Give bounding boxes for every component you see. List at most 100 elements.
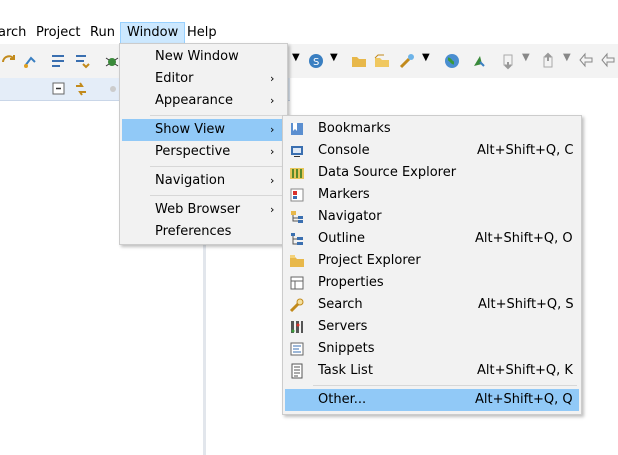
project-explorer-icon — [290, 255, 304, 267]
next-annotation-icon[interactable] — [500, 52, 518, 70]
menu-item-shortcut: Alt+Shift+Q, Q — [475, 392, 573, 407]
menu-item-label: Markers — [318, 187, 370, 202]
menu-item-bookmarks[interactable]: Bookmarks — [285, 118, 579, 140]
dropdown-arrow-icon[interactable]: ▼ — [522, 52, 530, 63]
menu-item-preferences[interactable]: Preferences — [122, 221, 285, 243]
menu-item-servers[interactable]: Servers — [285, 316, 579, 338]
step-icon[interactable] — [22, 52, 40, 70]
new-class-icon[interactable]: S — [307, 52, 325, 70]
view-divider — [203, 244, 206, 455]
menu-item-snippets[interactable]: Snippets — [285, 338, 579, 360]
data-source-explorer-icon — [290, 168, 304, 179]
dropdown-arrow-icon[interactable]: ▼ — [330, 52, 338, 63]
open-file-icon[interactable] — [373, 52, 391, 70]
menu-item-label: Preferences — [155, 224, 232, 239]
menu-bar: arch Project Run Window Help — [0, 22, 618, 44]
menu-search[interactable]: arch — [0, 22, 26, 44]
navigator-icon — [291, 211, 303, 223]
menu-item-navigator[interactable]: Navigator — [285, 206, 579, 228]
menu-item-label: Show View — [155, 122, 226, 137]
chevron-right-icon: › — [270, 203, 275, 216]
snippets-icon — [290, 342, 304, 356]
menu-item-label: Project Explorer — [318, 253, 421, 268]
menu-run[interactable]: Run — [90, 22, 115, 44]
dropdown-arrow-icon[interactable]: ▼ — [563, 52, 571, 63]
menu-item-new-window[interactable]: New Window — [122, 46, 285, 68]
search-toolbar-icon[interactable] — [398, 52, 416, 70]
menu-item-label: Properties — [318, 275, 384, 290]
menu-item-console[interactable]: Console Alt+Shift+Q, C — [285, 140, 579, 162]
refresh-icon[interactable] — [0, 52, 18, 70]
menu-item-outline[interactable]: Outline Alt+Shift+Q, O — [285, 228, 579, 250]
menu-item-label: Editor — [155, 71, 194, 86]
menu-project[interactable]: Project — [36, 22, 80, 44]
servers-icon — [291, 321, 303, 333]
menu-item-label: Other... — [318, 392, 367, 407]
menu-separator — [150, 166, 283, 167]
menu-item-other[interactable]: Other... Alt+Shift+Q, Q — [285, 389, 579, 411]
menu-item-editor[interactable]: Editor › — [122, 68, 285, 90]
menu-item-navigation[interactable]: Navigation › — [122, 170, 285, 192]
show-view-submenu: Bookmarks Console Alt+Shift+Q, C Data So… — [282, 115, 582, 415]
menu-separator — [150, 195, 283, 196]
chevron-right-icon: › — [270, 145, 275, 158]
run-external-icon[interactable] — [470, 52, 488, 70]
menu-item-label: Snippets — [318, 341, 375, 356]
tasks-icon[interactable] — [50, 52, 68, 70]
menu-item-label: Navigator — [318, 209, 382, 224]
menu-item-label: Appearance — [155, 93, 234, 108]
menu-item-shortcut: Alt+Shift+Q, O — [475, 231, 573, 246]
menu-item-perspective[interactable]: Perspective › — [122, 141, 285, 163]
menu-item-project-explorer[interactable]: Project Explorer — [285, 250, 579, 272]
chevron-right-icon: › — [270, 123, 275, 136]
open-folder-icon[interactable] — [350, 52, 368, 70]
main-toolbar: ▼ S ▼ ▼ ▼ ▼ — [0, 44, 618, 78]
menu-item-show-view[interactable]: Show View › — [122, 119, 285, 141]
task-list-icon — [291, 363, 303, 379]
chevron-right-icon: › — [270, 94, 275, 107]
menu-item-shortcut: Alt+Shift+Q, C — [477, 143, 574, 158]
menu-item-data-source-explorer[interactable]: Data Source Explorer — [285, 162, 579, 184]
menu-item-label: Perspective — [155, 144, 231, 159]
menu-item-properties[interactable]: Properties — [285, 272, 579, 294]
prev-annotation-icon[interactable] — [540, 52, 558, 70]
link-editor-icon[interactable] — [72, 80, 90, 98]
outline-icon — [291, 233, 303, 245]
menu-item-label: Navigation — [155, 173, 226, 188]
menu-item-label: Bookmarks — [318, 121, 391, 136]
properties-icon — [290, 276, 304, 290]
menu-item-shortcut: Alt+Shift+Q, K — [477, 363, 573, 378]
chevron-right-icon: › — [270, 72, 275, 85]
svg-text:S: S — [313, 57, 319, 68]
menu-item-label: Outline — [318, 231, 366, 246]
menu-separator — [150, 115, 283, 116]
menu-item-appearance[interactable]: Appearance › — [122, 90, 285, 112]
menu-item-task-list[interactable]: Task List Alt+Shift+Q, K — [285, 360, 579, 382]
window-menu: New Window Editor › Appearance › Show Vi… — [119, 43, 288, 245]
dropdown-arrow-icon[interactable]: ▼ — [422, 52, 430, 63]
menu-item-label: Search — [318, 297, 363, 312]
menu-item-label: Servers — [318, 319, 368, 334]
menu-item-label: New Window — [155, 49, 239, 64]
markers-icon — [290, 188, 304, 202]
menu-separator — [313, 385, 577, 386]
menu-help[interactable]: Help — [187, 22, 217, 44]
menu-window[interactable]: Window — [120, 22, 186, 44]
collapse-all-icon[interactable] — [50, 80, 68, 98]
menu-item-label: Web Browser — [155, 202, 241, 217]
search-icon — [289, 298, 304, 313]
forward-icon[interactable] — [600, 52, 618, 70]
chevron-right-icon: › — [270, 174, 275, 187]
menu-item-label: Data Source Explorer — [318, 165, 457, 180]
console-icon — [291, 146, 303, 157]
back-icon[interactable] — [578, 52, 596, 70]
globe-icon[interactable] — [443, 52, 461, 70]
menu-item-label: Console — [318, 143, 370, 158]
bookmarks-icon — [291, 123, 303, 135]
search-next-icon[interactable] — [73, 52, 91, 70]
menu-item-search[interactable]: Search Alt+Shift+Q, S — [285, 294, 579, 316]
menu-item-web-browser[interactable]: Web Browser › — [122, 199, 285, 221]
menu-item-shortcut: Alt+Shift+Q, S — [478, 297, 574, 312]
dropdown-arrow-icon[interactable]: ▼ — [292, 52, 300, 63]
menu-item-markers[interactable]: Markers — [285, 184, 579, 206]
